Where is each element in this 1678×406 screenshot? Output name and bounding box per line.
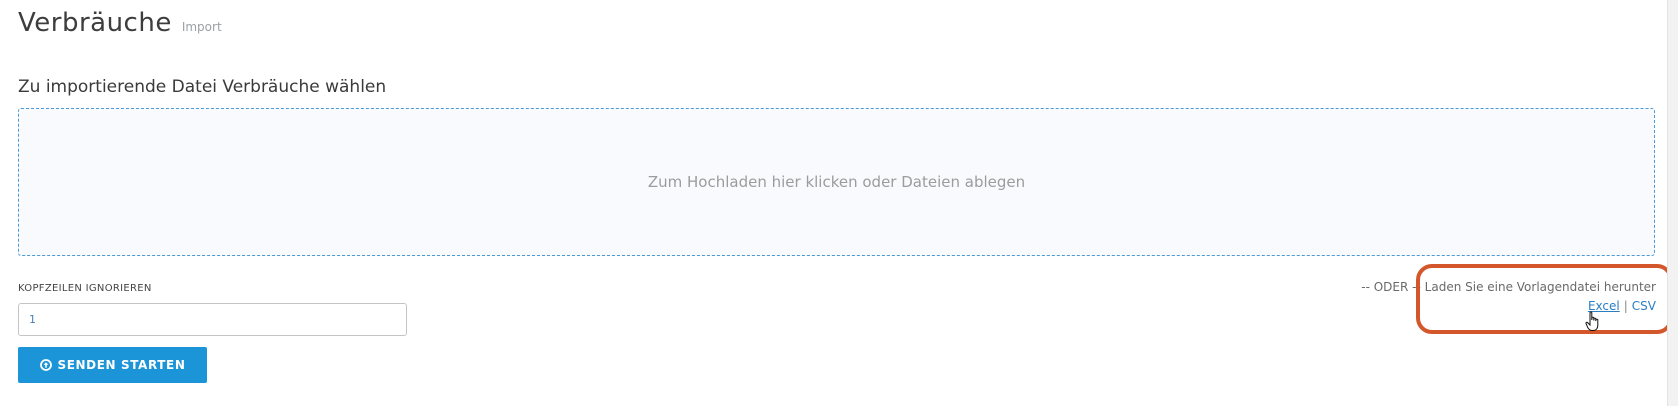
dropzone-text: Zum Hochladen hier klicken oder Dateien … [647, 173, 1026, 191]
link-separator: | [1623, 299, 1628, 313]
import-page: Verbräuche Import Zu importierende Datei… [0, 0, 1678, 406]
page-title: Verbräuche [18, 8, 172, 38]
template-download-line: -- ODER -- Laden Sie eine Vorlagendatei … [1361, 280, 1656, 294]
template-download-text: Laden Sie eine Vorlagendatei herunter [1424, 280, 1656, 294]
submit-button-label: SENDEN STARTEN [57, 358, 186, 372]
file-dropzone[interactable]: Zum Hochladen hier klicken oder Dateien … [18, 108, 1655, 256]
header-rows-label: KOPFZEILEN IGNORIEREN [18, 283, 152, 294]
template-or-prefix: -- ODER -- [1361, 280, 1421, 294]
hand-pointer-icon [1585, 311, 1603, 333]
upload-section-title: Zu importierende Datei Verbräuche wählen [18, 77, 387, 97]
submit-button[interactable]: SENDEN STARTEN [18, 347, 207, 383]
page-header: Verbräuche Import [18, 8, 222, 38]
vertical-scrollbar[interactable] [1667, 0, 1678, 406]
page-subtitle: Import [181, 20, 222, 34]
csv-template-link[interactable]: CSV [1632, 299, 1656, 313]
circle-arrow-up-icon [39, 359, 52, 371]
header-rows-input[interactable] [18, 303, 407, 336]
